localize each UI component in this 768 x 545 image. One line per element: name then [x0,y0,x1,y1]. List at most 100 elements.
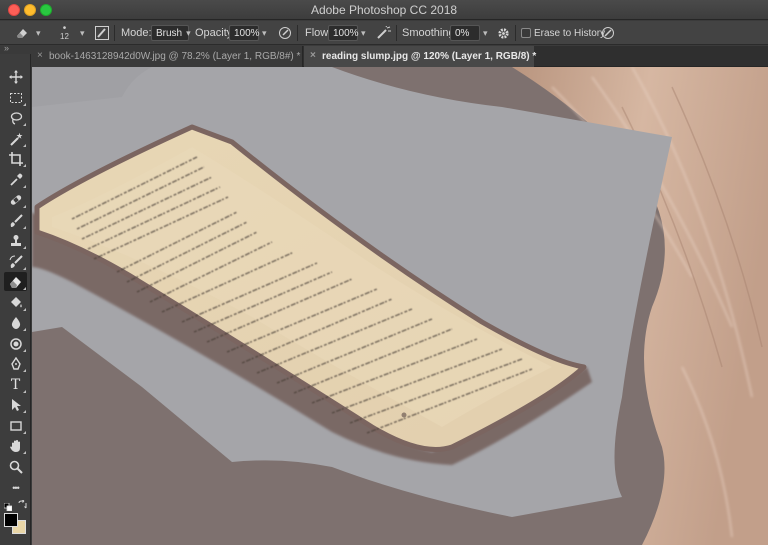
brush-settings-panel-icon[interactable] [95,21,109,45]
divider [515,25,516,41]
divider [396,25,397,41]
tool-group-indicator [23,164,26,167]
marquee-tool-button[interactable] [4,88,27,107]
healing-brush-tool-button[interactable] [4,190,27,209]
tools-panel: T ••• [0,54,31,545]
eyedropper-tool-button[interactable] [4,170,27,189]
panel-collapse-strip[interactable]: » [0,43,31,54]
mode-label: Mode: [121,27,152,39]
tool-group-indicator [23,431,26,434]
tool-group-indicator [23,185,26,188]
bandage-icon [10,194,21,205]
brush-icon [10,213,23,227]
type-tool-button[interactable]: T [4,375,27,394]
foreground-color-swatch[interactable] [4,513,18,527]
magic-wand-tool-button[interactable] [4,129,27,148]
options-bar: ▾ • 12 ▾ Mode: Brush ▾ Opacity: 100% ▾ Fl… [0,21,768,45]
hand-tool-button[interactable] [4,436,27,455]
erase-to-history-checkbox[interactable] [521,28,531,38]
eraser-tool-preset-icon[interactable] [14,21,30,45]
rectangle-icon [9,420,22,431]
chevron-down-icon: ▾ [186,27,191,38]
tool-group-indicator [23,267,26,270]
brush-preset-picker[interactable]: • 12 [60,21,69,45]
tab-reading-slump-document[interactable]: × reading slump.jpg @ 120% (Layer 1, RGB… [304,46,537,67]
tool-group-indicator [23,144,26,147]
smoothing-options-gear-icon[interactable] [497,21,510,45]
history-brush-tool-button[interactable] [4,252,27,271]
tool-group-indicator [23,103,26,106]
dodge-icon [9,337,22,350]
default-colors-icon[interactable] [3,498,13,512]
tab-label: reading slump.jpg @ 120% (Layer 1, RGB/8… [322,51,537,62]
flow-chevron-down-icon[interactable]: ▾ [361,21,366,45]
tool-group-indicator [23,349,26,352]
water-drop-icon [11,316,20,329]
marquee-icon [9,92,22,103]
brush-size-value: 12 [60,32,69,41]
close-tab-icon[interactable]: × [310,50,316,61]
title-bar: Adobe Photoshop CC 2018 [0,0,768,20]
tool-group-indicator [23,451,26,454]
blur-tool-button[interactable] [4,313,27,332]
pen-tool-button[interactable] [4,354,27,373]
crop-tool-button[interactable] [4,149,27,168]
dodge-tool-button[interactable] [4,334,27,353]
canvas-artwork [32,67,768,545]
tool-group-indicator [23,390,26,393]
mode-select[interactable]: Brush ▾ [151,25,191,41]
airbrush-icon[interactable] [376,21,392,45]
flow-input[interactable]: 100% [328,25,359,41]
zoom-tool-button[interactable] [4,457,27,476]
swap-colors-icon[interactable] [18,496,27,514]
path-selection-tool-button[interactable] [4,395,27,414]
tool-group-indicator [23,287,26,290]
tool-group-indicator [23,308,26,311]
tool-group-indicator [23,410,26,413]
opacity-input[interactable]: 100% [229,25,260,41]
paint-bucket-icon [10,296,22,307]
pressure-opacity-icon[interactable] [278,21,292,45]
clone-stamp-tool-button[interactable] [4,231,27,250]
tab-label: book-1463128942d0W.jpg @ 78.2% (Layer 1,… [49,51,301,62]
eraser-tool-button[interactable] [4,272,27,291]
magic-wand-icon [9,132,22,146]
eyedropper-icon [9,173,22,186]
edit-toolbar-button[interactable]: ••• [4,478,27,497]
history-brush-icon [9,254,23,268]
more-dots-icon: ••• [12,482,20,493]
arrow-cursor-icon [11,398,21,411]
lasso-tool-button[interactable] [4,108,27,127]
tool-group-indicator [23,205,26,208]
app-title: Adobe Photoshop CC 2018 [310,3,458,17]
close-tab-icon[interactable]: × [37,50,43,61]
stamp-icon [10,234,21,246]
mode-value: Brush [156,27,183,39]
hand-icon [9,439,20,452]
divider [114,25,115,41]
erase-to-history-label: Erase to History [534,27,606,39]
collapse-arrows-icon: » [4,43,10,53]
brush-picker-chevron-down-icon[interactable]: ▾ [80,21,85,45]
tool-group-indicator [23,246,26,249]
rectangle-tool-button[interactable] [4,416,27,435]
pressure-size-icon[interactable] [601,21,615,45]
move-tool-button[interactable] [4,67,27,86]
document-canvas[interactable] [32,67,768,545]
divider [297,25,298,41]
tool-group-indicator [23,226,26,229]
tool-group-indicator [23,123,26,126]
paint-bucket-tool-button[interactable] [4,293,27,312]
tab-book-document[interactable]: × book-1463128942d0W.jpg @ 78.2% (Layer … [31,46,303,67]
eraser-icon [9,276,21,288]
smoothing-input[interactable]: 0% [450,25,480,41]
move-icon [8,69,23,84]
pen-icon [10,356,21,370]
tool-preset-chevron-down-icon[interactable]: ▾ [36,21,41,45]
opacity-chevron-down-icon[interactable]: ▾ [262,21,267,45]
crop-icon [8,151,23,166]
brush-tool-button[interactable] [4,211,27,230]
lasso-icon [10,111,22,125]
smoothing-chevron-down-icon[interactable]: ▾ [483,21,488,45]
document-tab-bar: × book-1463128942d0W.jpg @ 78.2% (Layer … [31,46,768,67]
